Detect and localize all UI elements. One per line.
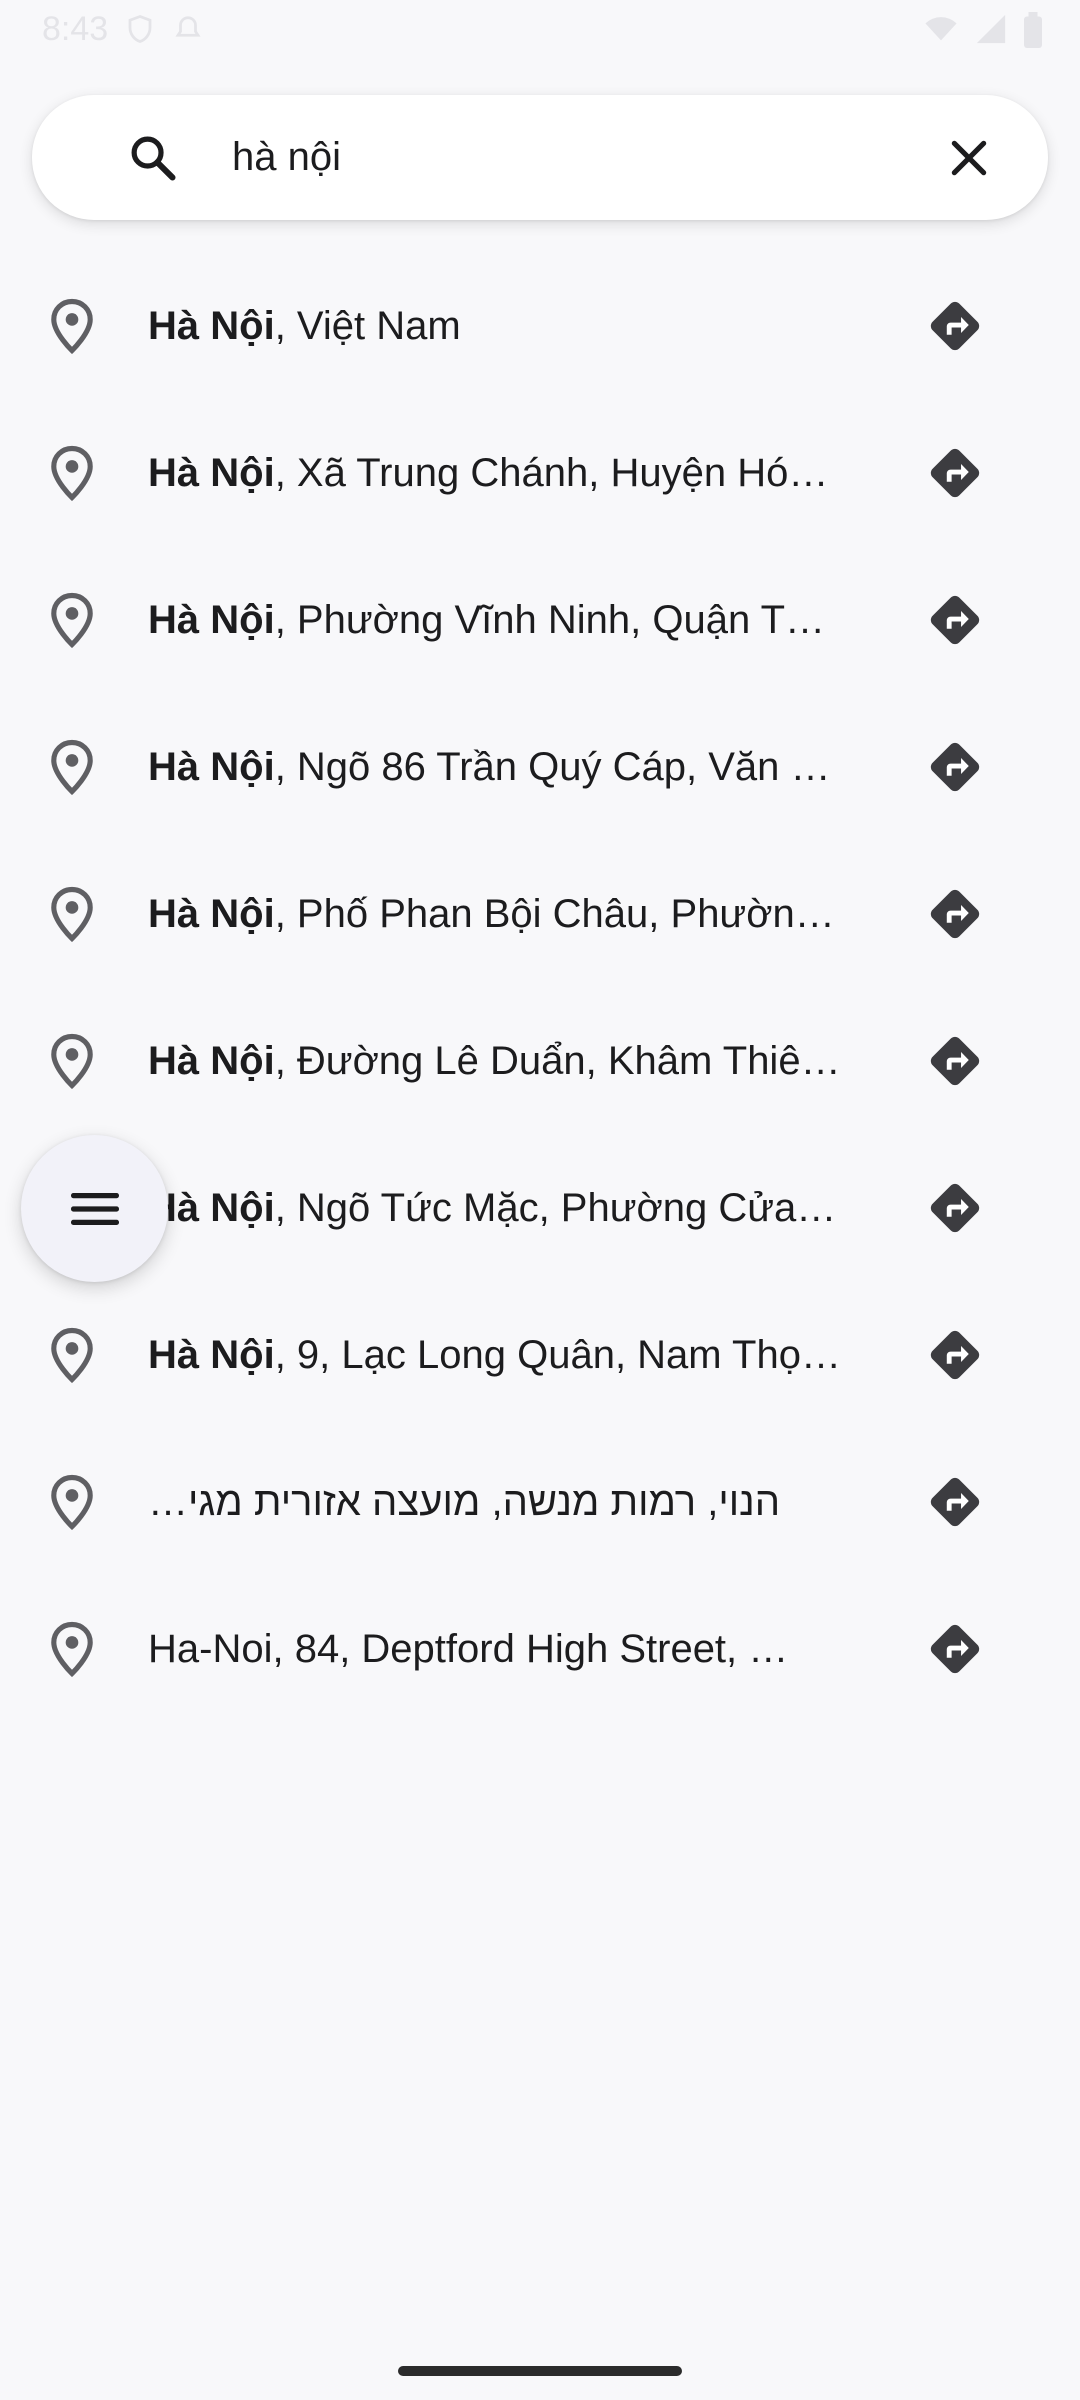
result-label: Hà Nội, Đường Lê Duẩn, Khâm Thiê… <box>148 1035 843 1087</box>
result-name: Hà Nội <box>148 1039 275 1083</box>
directions-icon[interactable] <box>926 1179 984 1237</box>
status-bar: 8:43 <box>0 0 1080 60</box>
location-pin-icon <box>51 1033 93 1089</box>
result-label: …הנוי, רמות מנשה, מועצה אזורית מגי <box>148 1476 843 1528</box>
result-name: Hà Nội <box>148 1333 275 1377</box>
result-address: , Phố Phan Bội Châu, Phường… <box>274 892 843 936</box>
search-icon <box>131 136 176 181</box>
search-result-item[interactable]: Hà Nội, Việt Nam <box>0 252 1080 399</box>
result-address: Ha-Noi, 84, Deptford High Street, … <box>148 1627 789 1671</box>
wifi-icon <box>925 17 957 41</box>
result-label: Hà Nội, Việt Nam <box>148 300 843 352</box>
search-result-item[interactable]: Hà Nội, Xã Trung Chánh, Huyện Hóc… <box>0 399 1080 546</box>
directions-icon[interactable] <box>926 1326 984 1384</box>
result-address: , Ngõ Tức Mặc, Phường Cửa … <box>274 1186 843 1230</box>
directions-icon[interactable] <box>926 738 984 796</box>
result-name: Hà Nội <box>148 451 275 495</box>
notification-icon <box>175 16 201 37</box>
result-label: Hà Nội, Ngõ 86 Trần Quý Cáp, Văn … <box>148 741 843 793</box>
shield-icon <box>128 15 152 43</box>
location-pin-icon <box>51 298 93 354</box>
signal-icon <box>976 14 1006 44</box>
search-result-item[interactable]: Ha-Noi, 84, Deptford High Street, … <box>0 1575 1080 1722</box>
search-result-item[interactable]: …הנוי, רמות מנשה, מועצה אזורית מגי <box>0 1428 1080 1575</box>
location-pin-icon <box>51 1327 93 1383</box>
location-pin-icon <box>51 886 93 942</box>
search-result-item[interactable]: Hà Nội, Phố Phan Bội Châu, Phường… <box>0 840 1080 987</box>
result-label: Hà Nội, Phường Vĩnh Ninh, Quận Th… <box>148 594 843 646</box>
result-label: Hà Nội, Xã Trung Chánh, Huyện Hóc… <box>148 447 843 499</box>
home-indicator[interactable] <box>398 2366 682 2376</box>
result-label: Hà Nội, Phố Phan Bội Châu, Phường… <box>148 888 843 940</box>
location-pin-icon <box>51 1621 93 1677</box>
directions-icon[interactable] <box>926 591 984 649</box>
close-icon <box>951 140 987 176</box>
result-name: Hà Nội <box>148 598 275 642</box>
directions-icon[interactable] <box>926 1032 984 1090</box>
clear-search-button[interactable] <box>932 121 1006 195</box>
status-time: 8:43 <box>42 10 109 48</box>
search-result-item[interactable]: Hà Nội, 9, Lạc Long Quân, Nam Thọ,… <box>0 1281 1080 1428</box>
search-result-item[interactable]: Hà Nội, Phường Vĩnh Ninh, Quận Th… <box>0 546 1080 693</box>
result-label: Hà Nội, 9, Lạc Long Quân, Nam Thọ,… <box>148 1329 843 1381</box>
search-result-item[interactable]: Hà Nội, Đường Lê Duẩn, Khâm Thiê… <box>0 987 1080 1134</box>
directions-icon[interactable] <box>926 444 984 502</box>
result-address: , Đường Lê Duẩn, Khâm Thiê… <box>274 1039 841 1083</box>
location-pin-icon <box>51 739 93 795</box>
result-address: , Phường Vĩnh Ninh, Quận Th… <box>274 598 843 642</box>
directions-icon[interactable] <box>926 1620 984 1678</box>
location-pin-icon <box>51 1474 93 1530</box>
directions-icon[interactable] <box>926 297 984 355</box>
directions-icon[interactable] <box>926 1473 984 1531</box>
result-name: Hà Nội <box>148 745 275 789</box>
search-result-item[interactable]: Hà Nội, Ngõ 86 Trần Quý Cáp, Văn … <box>0 693 1080 840</box>
result-address: …הנוי, רמות מנשה, מועצה אזורית מגי <box>148 1480 781 1524</box>
location-pin-icon <box>51 592 93 648</box>
result-address: , Xã Trung Chánh, Huyện Hóc… <box>274 451 843 495</box>
result-name: Hà Nội <box>148 304 275 348</box>
location-pin-icon <box>51 445 93 501</box>
search-results-list: Hà Nội, Việt Nam Hà Nội, Xã Trung Chánh, … <box>0 252 1080 1722</box>
result-label: Hà Nội, Ngõ Tức Mặc, Phường Cửa … <box>148 1182 843 1234</box>
battery-icon <box>1024 12 1042 48</box>
result-label: Ha-Noi, 84, Deptford High Street, … <box>148 1623 843 1675</box>
search-input[interactable] <box>232 121 882 193</box>
menu-icon <box>70 1192 119 1225</box>
directions-icon[interactable] <box>926 885 984 943</box>
result-name: Hà Nội <box>148 892 275 936</box>
result-address: , Ngõ 86 Trần Quý Cáp, Văn … <box>274 745 831 789</box>
result-address: , 9, Lạc Long Quân, Nam Thọ,… <box>274 1333 843 1377</box>
menu-button[interactable] <box>21 1135 168 1282</box>
result-address: , Việt Nam <box>274 304 461 348</box>
search-bar <box>32 95 1048 220</box>
